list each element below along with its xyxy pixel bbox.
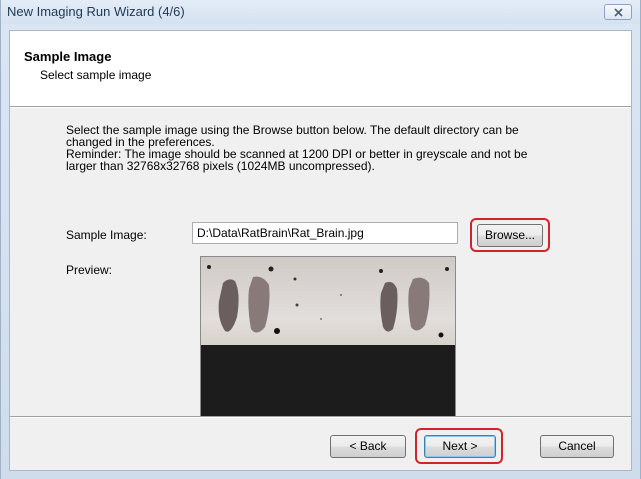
sample-image-label: Sample Image: [66,228,147,242]
browse-button[interactable]: Browse... [477,224,543,247]
wizard-client-area: Sample Image Select sample image Select … [9,30,632,471]
window-title: New Imaging Run Wizard (4/6) [7,4,185,19]
wizard-header: Sample Image Select sample image [10,31,631,106]
page-title: Sample Image [24,49,112,64]
preview-image [200,256,456,418]
next-highlight: Next > [415,428,503,464]
close-icon [614,8,623,17]
rat-brain-scan-image [201,257,455,417]
title-bar: New Imaging Run Wizard (4/6) [1,0,640,24]
cancel-button[interactable]: Cancel [540,435,614,458]
next-button[interactable]: Next > [424,435,496,458]
sample-image-path-input[interactable] [192,222,458,244]
back-button[interactable]: < Back [330,435,406,458]
browse-highlight: Browse... [470,218,550,252]
footer-divider [10,416,631,418]
header-divider [10,106,631,108]
page-subtitle: Select sample image [40,68,152,82]
close-button[interactable] [604,4,632,20]
instructions-text: Select the sample image using the Browse… [66,124,586,172]
instructions-line: larger than 32768x32768 pixels (1024MB u… [66,159,375,173]
preview-label: Preview: [66,263,113,277]
wizard-window: New Imaging Run Wizard (4/6) Sample Imag… [0,0,641,479]
